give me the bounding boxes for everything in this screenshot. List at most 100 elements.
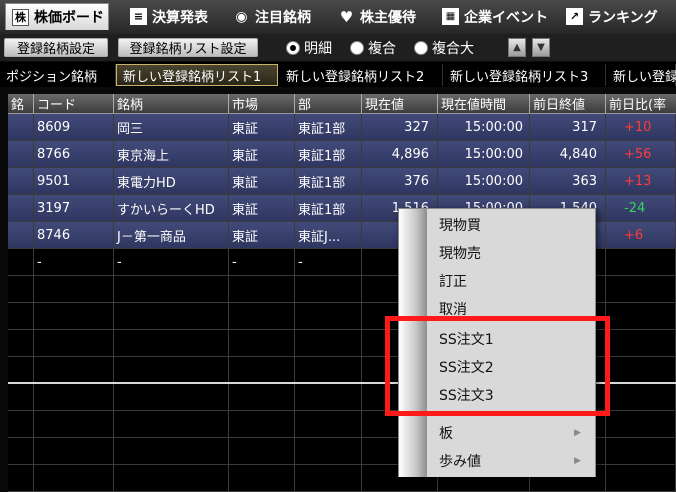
chart-icon: ↗ xyxy=(566,8,583,25)
cell-mark xyxy=(8,195,34,222)
cell-price: 376 xyxy=(362,168,438,195)
cell-name xyxy=(114,438,229,465)
radio-composite[interactable]: 複合 xyxy=(350,38,396,57)
table-row[interactable]: 8766 東京海上 東証 東証1部 4,896 15:00:00 4,840 +56 xyxy=(8,141,676,168)
header-market[interactable]: 市場 xyxy=(229,94,295,113)
header-mark[interactable]: 銘 xyxy=(8,94,34,113)
cell-price: 327 xyxy=(362,114,438,141)
cell-market xyxy=(229,384,295,411)
cell-change: +10 xyxy=(606,114,676,141)
document-icon: ≡ xyxy=(130,8,147,25)
tab-label: 株価ボード xyxy=(34,10,104,26)
tab-label: 決算発表 xyxy=(152,9,208,26)
submenu-arrow-icon: ▶ xyxy=(574,428,581,438)
menu-item-tick[interactable]: 歩み値 ▶ xyxy=(427,447,595,475)
cell-code xyxy=(34,384,114,411)
register-stocks-button[interactable]: 登録銘柄設定 xyxy=(4,38,108,57)
cell-mark xyxy=(8,276,34,303)
menu-item-cash-sell[interactable]: 現物売 xyxy=(427,239,595,267)
list-tab-bar: ポジション銘柄 新しい登録銘柄リスト1 新しい登録銘柄リスト2 新しい登録銘柄リ… xyxy=(0,62,676,87)
cell-code xyxy=(34,465,114,492)
cell-code: 8766 xyxy=(34,141,114,168)
cell-name xyxy=(114,303,229,330)
cell-change xyxy=(606,330,676,357)
list-settings-button[interactable]: 登録銘柄リスト設定 xyxy=(118,38,258,57)
cell-name: 東電力HD xyxy=(114,168,229,195)
menu-item-label: 現物買 xyxy=(439,218,481,234)
toolbar: 登録銘柄設定 登録銘柄リスト設定 明細 複合 複合大 ▲ ▼ xyxy=(0,34,676,61)
cell-section xyxy=(295,411,362,438)
cell-market xyxy=(229,465,295,492)
cell-market: 東証 xyxy=(229,195,295,222)
cell-market xyxy=(229,330,295,357)
table-row[interactable]: 9501 東電力HD 東証 東証1部 376 15:00:00 363 +13 xyxy=(8,168,676,195)
list-tab-position[interactable]: ポジション銘柄 xyxy=(0,64,116,86)
cell-name xyxy=(114,411,229,438)
list-tab-1[interactable]: 新しい登録銘柄リスト1 xyxy=(116,64,278,86)
list-tab-2[interactable]: 新しい登録銘柄リスト2 xyxy=(280,64,443,86)
cell-code xyxy=(34,303,114,330)
menu-item-modify[interactable]: 訂正 xyxy=(427,267,595,295)
cell-market xyxy=(229,357,295,384)
cell-mark xyxy=(8,438,34,465)
tab-stock-board[interactable]: 株 株価ボード xyxy=(5,3,109,30)
cell-change xyxy=(606,465,676,492)
header-time[interactable]: 現在値時間 xyxy=(438,94,530,113)
tab-label: 注目銘柄 xyxy=(255,9,311,26)
tab-earnings[interactable]: ≡ 決算発表 xyxy=(124,3,220,30)
tab-events[interactable]: ▦ 企業イベント xyxy=(436,3,554,30)
cell-market: 東証 xyxy=(229,141,295,168)
cell-section xyxy=(295,465,362,492)
header-prev-close[interactable]: 前日終値 xyxy=(530,94,606,113)
cell-mark xyxy=(8,168,34,195)
cell-mark xyxy=(8,141,34,168)
cell-name xyxy=(114,276,229,303)
cell-change xyxy=(606,303,676,330)
board-icon: 株 xyxy=(12,8,29,26)
cell-name: 岡三 xyxy=(114,114,229,141)
tab-watch[interactable]: ◉ 注目銘柄 xyxy=(227,3,325,30)
cell-mark xyxy=(8,222,34,249)
radio-label: 複合 xyxy=(368,40,396,57)
cell-prev: 317 xyxy=(530,114,606,141)
cell-change: +56 xyxy=(606,141,676,168)
cell-section: 東証1部 xyxy=(295,114,362,141)
menu-item-cash-buy[interactable]: 現物買 xyxy=(427,211,595,239)
header-name[interactable]: 銘柄 xyxy=(114,94,229,113)
list-tab-3[interactable]: 新しい登録銘柄リスト3 xyxy=(444,64,606,86)
heart-icon: ♥ xyxy=(339,7,354,26)
radio-detail[interactable]: 明細 xyxy=(286,38,332,57)
tab-benefits[interactable]: ♥ 株主優待 xyxy=(332,3,428,30)
list-tab-4[interactable]: 新しい登録 xyxy=(607,64,676,86)
tab-ranking[interactable]: ↗ ランキング xyxy=(560,3,672,30)
radio-label: 明細 xyxy=(304,40,332,57)
cell-market: 東証 xyxy=(229,114,295,141)
cell-name: すかいらーくHD xyxy=(114,195,229,222)
cell-change xyxy=(606,276,676,303)
cell-name: 東京海上 xyxy=(114,141,229,168)
cell-section xyxy=(295,438,362,465)
menu-item-board[interactable]: 板 ▶ xyxy=(427,419,595,447)
table-row[interactable]: 8609 岡三 東証 東証1部 327 15:00:00 317 +10 xyxy=(8,114,676,141)
tab-label: 株主優待 xyxy=(360,9,416,26)
cell-market xyxy=(229,303,295,330)
cell-code xyxy=(34,330,114,357)
header-section[interactable]: 部 xyxy=(295,94,362,113)
header-code[interactable]: コード xyxy=(34,94,114,113)
radio-label: 複合大 xyxy=(432,40,474,57)
cell-code: 8609 xyxy=(34,114,114,141)
move-up-button[interactable]: ▲ xyxy=(508,38,526,57)
move-down-button[interactable]: ▼ xyxy=(532,38,550,57)
cell-mark xyxy=(8,465,34,492)
header-price[interactable]: 現在値 xyxy=(362,94,438,113)
cell-market xyxy=(229,438,295,465)
cell-name: - xyxy=(114,249,229,276)
cell-market xyxy=(229,411,295,438)
cell-section: 東証J... xyxy=(295,222,362,249)
cell-section xyxy=(295,276,362,303)
cell-market: - xyxy=(229,249,295,276)
radio-composite-large[interactable]: 複合大 xyxy=(414,38,474,57)
eye-icon: ◉ xyxy=(235,8,248,25)
cell-name xyxy=(114,357,229,384)
header-change[interactable]: 前日比(率 xyxy=(606,94,676,113)
